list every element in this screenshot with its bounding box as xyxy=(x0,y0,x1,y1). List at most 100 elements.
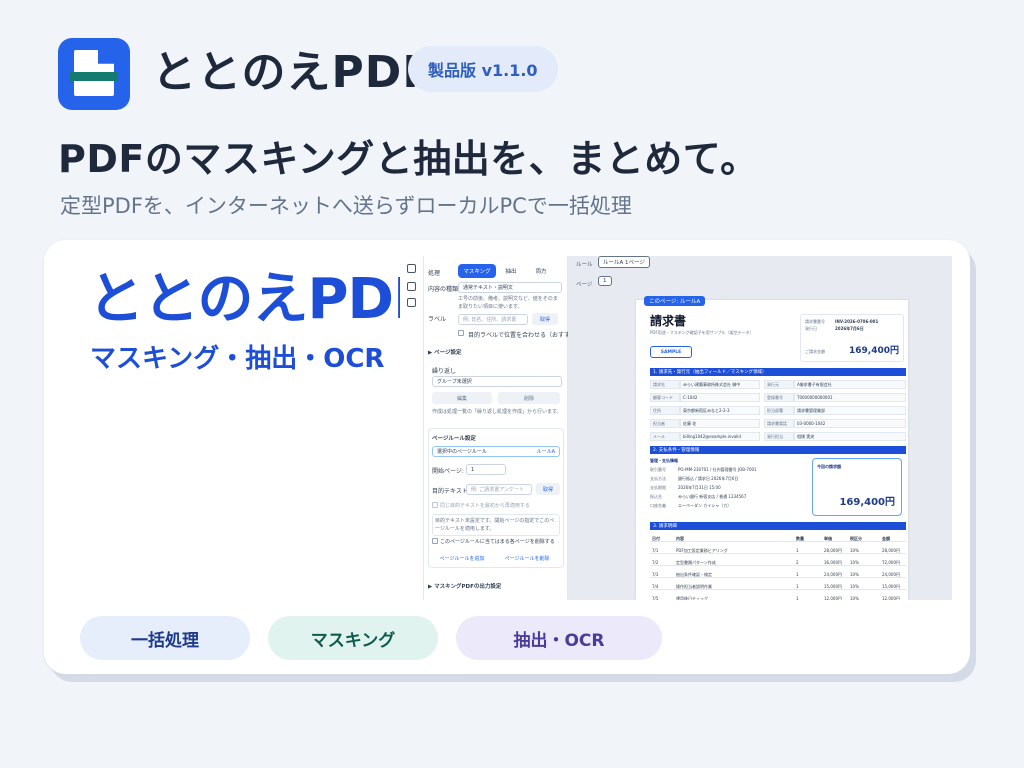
field-label: 請求先 xyxy=(650,380,680,389)
same-target-label: 同じ目的テキストを最初から再適用する xyxy=(440,503,530,509)
pdf-viewer: ルール ルールA 1ページ ページ 1 請求書 PDF用途・マスキング確認子を用… xyxy=(568,256,952,600)
field-label: 発行担当 xyxy=(764,432,794,441)
table-cell: 抽出条件確認・検定 xyxy=(676,572,712,577)
promo-subtitle: マスキング・抽出・OCR xyxy=(90,344,385,374)
table-cell: 10% xyxy=(850,560,859,565)
table-cell: 10% xyxy=(850,548,859,553)
subline: 定型PDFを、インターネットへ送らずローカルPCで一括処理 xyxy=(60,194,632,218)
app-screenshot: 処理 マスキング 抽出 両方 内容の種類 通常テキスト・説明文 工号の前後、備考… xyxy=(400,256,952,600)
repeat-select[interactable]: グループ未選択 xyxy=(432,376,562,387)
table-cell: PDF加工設定業務ヒアリング xyxy=(676,548,728,553)
folder-icon[interactable] xyxy=(407,298,416,307)
delete-repeat-button[interactable]: 削除 xyxy=(498,392,560,404)
mask-band xyxy=(70,72,118,81)
mgmt-label: 取引番号 xyxy=(650,467,666,472)
invoice-no-label: 請求書番号 xyxy=(805,319,825,324)
exclude-checkbox[interactable] xyxy=(432,538,438,544)
table-header-cell: 金額 xyxy=(882,536,890,541)
repeat-label: 繰り返し xyxy=(432,368,457,375)
clipboard-icon[interactable] xyxy=(407,282,416,291)
content-type-select[interactable]: 通常テキスト・説明文 xyxy=(458,282,562,293)
field-label: 登録番号 xyxy=(764,393,794,402)
invoice-summary-box: 請求書番号 INV-2026-0706-001 発行日 2026年7月6日 ご請… xyxy=(800,314,904,362)
sample-stamp: SAMPLE xyxy=(650,346,692,358)
output-settings-toggle[interactable]: ▶ マスキングPDFの出力設定 xyxy=(428,582,501,590)
page-rule-title: ページルール設定 xyxy=(432,436,476,442)
table-cell: 10% xyxy=(850,572,859,577)
add-rule-button[interactable]: ページルールを追加 xyxy=(432,552,492,564)
table-cell: 定型書類パターン作成 xyxy=(676,560,716,565)
field-label: メール xyxy=(650,432,680,441)
field-value: 請求書管理業部 xyxy=(794,406,906,415)
fetch-target-button[interactable]: 取得 xyxy=(536,483,560,495)
table-cell: 10% xyxy=(850,596,859,600)
mode-masking-tab[interactable]: マスキング xyxy=(458,264,496,278)
table-row: 7/1 PDF加工設定業務ヒアリング 1 28,000円 10% 28,000円 xyxy=(650,546,906,554)
mgmt-label: 支払期限 xyxy=(650,485,666,490)
field-value: 相撲 実央 xyxy=(794,432,906,441)
page-selector[interactable]: 1 xyxy=(598,276,612,286)
start-page-input[interactable]: 1 xyxy=(466,464,506,475)
table-cell: 36,000円 xyxy=(824,560,842,565)
app-name: ととのえPDF xyxy=(152,47,434,98)
field-value: みらい建築事務所株式会社 御中 xyxy=(680,380,760,389)
target-text-input[interactable]: 例: ご請求書アンケート xyxy=(466,484,532,495)
doc-title: 請求書 xyxy=(650,314,687,328)
mgmt-label: 口座名義 xyxy=(650,503,666,508)
table-cell: 24,000円 xyxy=(824,572,842,577)
field-label: 顧客コード xyxy=(650,393,680,402)
repeat-hint: 作成は処理一覧の「繰り返し処理を作成」から行います。 xyxy=(432,409,562,415)
field-value: 佐藤 花 xyxy=(680,419,760,428)
delete-rule-button[interactable]: ページルールを削除 xyxy=(496,552,558,564)
total-amount: 169,400円 xyxy=(849,346,899,356)
fetch-label-button[interactable]: 取得 xyxy=(532,313,558,325)
icon-rail xyxy=(400,256,424,600)
field-value: billing1042@example.invalid xyxy=(680,432,760,441)
table-header-cell: 税区分 xyxy=(850,536,862,541)
mgmt-label: 支払方法 xyxy=(650,476,666,481)
field-label: 住所 xyxy=(650,406,680,415)
rule-overlay-label: このページ: ルールA xyxy=(644,296,706,306)
table-cell: 1 xyxy=(796,572,799,577)
section-2-bar: 2. 支払条件・管理情報 xyxy=(650,446,906,454)
table-cell: 2 xyxy=(796,560,799,565)
table-cell: 操作担当者説明作業 xyxy=(676,584,712,589)
feature-chip-batch: 一括処理 xyxy=(80,616,250,660)
page-toolbar-label: ページ xyxy=(576,282,593,288)
table-cell: 1 xyxy=(796,584,799,589)
field-value: 東京都新宿区みなと2-2-3 xyxy=(680,406,760,415)
file-icon[interactable] xyxy=(407,264,416,273)
field-value: 03-0000-1042 xyxy=(794,419,906,428)
selected-rule-select[interactable]: 選択中のページルール ルールA xyxy=(432,446,560,457)
table-header-cell: 数量 xyxy=(796,536,804,541)
align-checkbox-label: 目的ラベルで位置を合わせる（おすすめ） xyxy=(468,332,583,339)
same-target-checkbox[interactable] xyxy=(432,502,438,508)
table-cell: 1 xyxy=(796,596,799,600)
edit-repeat-button[interactable]: 編集 xyxy=(432,392,492,404)
content-hint: 工号の前後、備考、説明文など、値をそのまま取りたい項目に使います。 xyxy=(458,296,558,310)
field-value: A御求書子有限会社 xyxy=(794,380,906,389)
table-cell: 7/2 xyxy=(652,560,659,565)
table-cell: 7/1 xyxy=(652,548,659,553)
total-label: ご請求金額 xyxy=(805,349,825,354)
align-checkbox[interactable] xyxy=(458,330,464,336)
selected-rule-label: 選択中のページルール xyxy=(437,449,487,455)
mgmt-title: 管理・支払情報 xyxy=(650,458,678,463)
this-amount: 169,400円 xyxy=(839,497,895,508)
feature-chip-masking: マスキング xyxy=(268,616,438,660)
version-badge: 製品版 v1.1.0 xyxy=(408,46,558,92)
mode-both-tab[interactable]: 両方 xyxy=(526,264,556,278)
mgmt-value: 銀行振込 / 請求日 2026年7月6日 xyxy=(678,476,739,481)
page-settings-toggle[interactable]: ▶ ページ設定 xyxy=(428,348,462,356)
table-cell: 28,000円 xyxy=(882,548,900,553)
target-text-label: 目的テキスト: xyxy=(432,488,470,495)
section-1-bar: 1. 請求先・発行元（抽出フィールド／マスキング領域） xyxy=(650,368,906,376)
field-label: 発行元 xyxy=(764,380,794,389)
rule-selector[interactable]: ルールA 1ページ xyxy=(598,256,650,268)
start-page-label: 開始ページ: xyxy=(432,468,464,475)
settings-sidebar: 処理 マスキング 抽出 両方 内容の種類 通常テキスト・説明文 工号の前後、備考… xyxy=(424,256,582,600)
label-input[interactable]: 例: 氏名、住所、請求書 xyxy=(458,314,528,325)
invoice-no: INV-2026-0706-001 xyxy=(835,319,879,324)
table-header-cell: 単価 xyxy=(824,536,832,541)
mode-extract-tab[interactable]: 抽出 xyxy=(498,264,524,278)
